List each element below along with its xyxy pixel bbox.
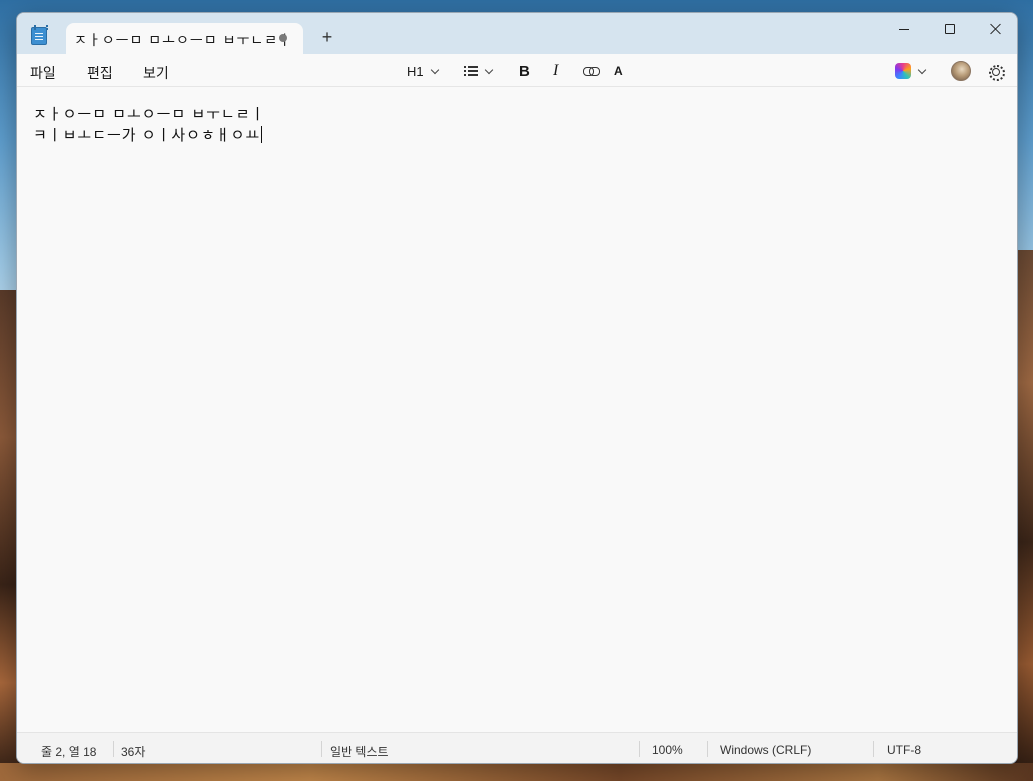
text-mode[interactable]: 일반 텍스트 [330,743,389,760]
heading-label: H1 [407,63,424,79]
status-divider [639,741,640,757]
status-divider [873,741,874,757]
text-caret [261,126,263,143]
minimize-button[interactable] [881,13,927,45]
desktop-wallpaper-bottom [0,763,1033,781]
profile-button[interactable] [951,60,971,82]
menu-file[interactable]: 파일 [30,63,56,83]
link-button[interactable] [583,60,600,82]
status-bar: 줄 2, 열 18 36자 일반 텍스트 100% Windows (CRLF)… [17,732,1017,763]
title-bar: ㅈㅏㅇㅡㅁ ㅁㅗㅇㅡㅁ ㅂㅜㄴㄹㅣ + [17,13,1017,55]
gear-icon [987,63,1005,81]
status-divider [113,741,114,757]
copilot-icon [895,63,911,79]
list-dropdown[interactable] [464,60,494,82]
line-ending[interactable]: Windows (CRLF) [720,743,811,757]
menu-view[interactable]: 보기 [143,63,169,83]
desktop-wallpaper-right [1017,250,1033,781]
editor-line-text: ㅋㅣㅂㅗㄷㅡ가 ㅇㅣ사ㅇㅎㅐㅇㅛ [33,127,261,144]
new-tab-button[interactable]: + [317,27,337,47]
italic-button[interactable]: I [553,60,558,82]
copilot-button[interactable] [895,60,927,82]
notepad-window: ㅈㅏㅇㅡㅁ ㅁㅗㅇㅡㅁ ㅂㅜㄴㄹㅣ + 파일 편집 보기 H1 B I A ㅈㅏ… [16,12,1018,764]
bold-button[interactable]: B [519,60,530,82]
editor-line: ㅋㅣㅂㅗㄷㅡ가 ㅇㅣ사ㅇㅎㅐㅇㅛ [33,124,263,145]
avatar [951,61,971,81]
editor-line: ㅈㅏㅇㅡㅁ ㅁㅗㅇㅡㅁ ㅂㅜㄴㄹㅣ [33,106,266,123]
text-editor[interactable]: ㅈㅏㅇㅡㅁ ㅁㅗㅇㅡㅁ ㅂㅜㄴㄹㅣ ㅋㅣㅂㅗㄷㅡ가 ㅇㅣ사ㅇㅎㅐㅇㅛ [17,87,1017,732]
settings-button[interactable] [987,60,1005,82]
encoding[interactable]: UTF-8 [887,743,921,757]
status-divider [321,741,322,757]
link-icon [583,67,600,76]
close-button[interactable] [973,13,1017,45]
minimize-icon [899,28,909,30]
clear-formatting-button[interactable]: A [614,60,623,82]
bulleted-list-icon [464,66,478,76]
heading-dropdown[interactable]: H1 [407,60,439,82]
character-count: 36자 [121,745,146,759]
document-tab[interactable]: ㅈㅏㅇㅡㅁ ㅁㅗㅇㅡㅁ ㅂㅜㄴㄹㅣ [66,23,303,55]
zoom-level[interactable]: 100% [652,743,683,757]
status-divider [707,741,708,757]
maximize-button[interactable] [927,13,973,45]
notepad-icon [31,25,48,45]
close-icon [990,23,1002,35]
chevron-down-icon [430,65,439,74]
unsaved-indicator-icon[interactable] [279,34,287,42]
maximize-icon [945,24,955,34]
menu-edit[interactable]: 편집 [87,63,113,83]
cursor-position: 줄 2, 열 18 [41,745,97,759]
tab-title: ㅈㅏㅇㅡㅁ ㅁㅗㅇㅡㅁ ㅂㅜㄴㄹㅣ [74,32,292,48]
clear-formatting-icon: A [614,64,623,78]
chevron-down-icon [917,65,927,74]
menu-toolbar: 파일 편집 보기 H1 B I A [17,54,1017,87]
chevron-down-icon [484,65,494,74]
